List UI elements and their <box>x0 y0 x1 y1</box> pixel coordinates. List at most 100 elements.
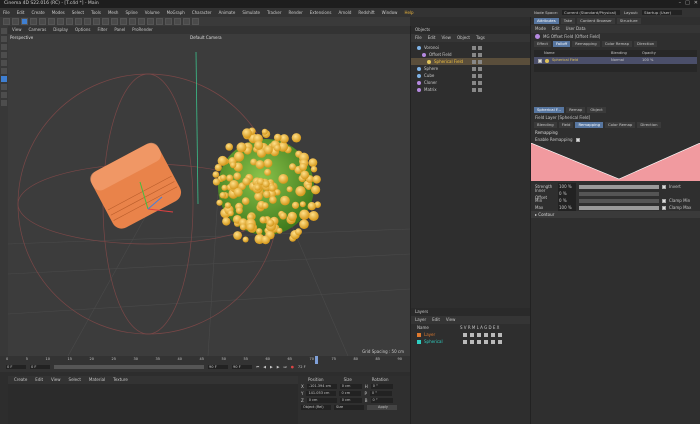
invert-checkbox[interactable] <box>662 184 666 189</box>
x-axis-icon[interactable] <box>57 18 64 25</box>
layer-color-swatch[interactable] <box>417 332 421 337</box>
strength-field[interactable]: 100 % <box>558 183 576 190</box>
object-row[interactable]: Cloner <box>411 79 530 86</box>
viewport-menu-view[interactable]: View <box>12 26 22 34</box>
viewport-menu-prorender[interactable]: ProRender <box>132 26 153 34</box>
z-axis-icon[interactable] <box>75 18 82 25</box>
position-field[interactable]: -101.394 cm <box>306 384 337 389</box>
layer-row[interactable]: Spherical <box>411 338 530 345</box>
editor-visibility-icon[interactable] <box>472 66 476 71</box>
material-manager[interactable] <box>8 384 298 424</box>
tab-attributes[interactable]: Attributes <box>534 18 559 24</box>
menu-mesh[interactable]: Mesh <box>108 8 119 17</box>
menu-extensions[interactable]: Extensions <box>310 8 332 17</box>
solo-icon[interactable] <box>1 100 7 106</box>
object-row[interactable]: Spherical Field <box>411 58 530 65</box>
close-icon[interactable]: ✕ <box>694 0 698 8</box>
layer-toggle-icon[interactable] <box>484 332 488 337</box>
material-menu-create[interactable]: Create <box>14 376 27 384</box>
editor-visibility-icon[interactable] <box>472 80 476 85</box>
next-frame-icon[interactable]: ▶ <box>277 365 280 369</box>
menu-render[interactable]: Render <box>288 8 302 17</box>
minimize-icon[interactable]: – <box>679 0 682 8</box>
coords-mode-select[interactable]: Object (Rel) <box>301 405 331 410</box>
material-menu-edit[interactable]: Edit <box>35 376 43 384</box>
timeline-playhead[interactable] <box>315 356 318 364</box>
snap-icon[interactable] <box>1 84 7 90</box>
objects-menu-view[interactable]: View <box>441 34 451 42</box>
menu-tools[interactable]: Tools <box>91 8 101 17</box>
viewport-menu-display[interactable]: Display <box>53 26 68 34</box>
layer-toggle-icon[interactable] <box>484 339 488 344</box>
coords-size-select[interactable]: Size <box>334 405 364 410</box>
layer-tab-spherical-f[interactable]: Spherical F... <box>534 107 565 113</box>
clamp-max-checkbox[interactable] <box>662 205 666 210</box>
object-mode-icon[interactable] <box>1 76 7 82</box>
objects-menu-object[interactable]: Object <box>457 34 470 42</box>
tab-structure[interactable]: Structure <box>616 18 641 24</box>
render-visibility-icon[interactable] <box>478 87 482 92</box>
field-row-blending[interactable]: Normal <box>611 57 639 64</box>
viewport-camera[interactable]: Default Camera <box>190 35 222 40</box>
layers-menu-layer[interactable]: Layer <box>415 316 426 324</box>
position-field[interactable]: 0 cm <box>306 398 337 403</box>
material-menu-texture[interactable]: Texture <box>113 376 128 384</box>
layer-sub-tab-field[interactable]: Field <box>558 122 574 128</box>
viewport-menu-options[interactable]: Options <box>75 26 90 34</box>
layer-sub-tab-color-remap[interactable]: Color Remap <box>604 122 636 128</box>
layer-toggle-icon[interactable] <box>477 332 481 337</box>
deformer-icon[interactable] <box>156 18 163 25</box>
objects-menu-tags[interactable]: Tags <box>476 34 485 42</box>
cloner-icon[interactable] <box>147 18 154 25</box>
redo-icon[interactable] <box>12 18 19 25</box>
make-editable-icon[interactable] <box>1 28 7 34</box>
object-row[interactable]: Matrix <box>411 86 530 93</box>
render-visibility-icon[interactable] <box>478 52 482 57</box>
object-row[interactable]: Sphere <box>411 65 530 72</box>
layers-menu-view[interactable]: View <box>446 316 456 324</box>
material-menu-material[interactable]: Material <box>89 376 105 384</box>
field-tab-falloff[interactable]: Falloff <box>552 41 571 47</box>
menu-help[interactable]: Help <box>404 8 413 17</box>
move-icon[interactable] <box>30 18 37 25</box>
objects-tab-label[interactable]: Objects <box>415 26 430 34</box>
object-visibility-toggles[interactable] <box>472 45 482 50</box>
object-visibility-toggles[interactable] <box>472 52 482 57</box>
polygons-mode-icon[interactable] <box>1 68 7 74</box>
object-row[interactable]: Offset Field <box>411 51 530 58</box>
viewport-menu-filter[interactable]: Filter <box>97 26 107 34</box>
field-tab-color-remap[interactable]: Color Remap <box>601 41 633 47</box>
go-start-icon[interactable]: ⏮ <box>256 365 259 369</box>
inner-offset-field[interactable]: 0 % <box>558 190 576 197</box>
menu-simulate[interactable]: Simulate <box>242 8 260 17</box>
strength-slider[interactable] <box>579 184 659 189</box>
tab-content-browser[interactable]: Content Browser <box>577 18 615 24</box>
layers-tab-label[interactable]: Layers <box>415 308 428 316</box>
size-field[interactable]: 0 cm <box>339 398 362 403</box>
size-field[interactable]: 0 cm <box>339 384 362 389</box>
objects-menu-edit[interactable]: Edit <box>428 34 436 42</box>
render-view-icon[interactable] <box>93 18 100 25</box>
object-visibility-toggles[interactable] <box>472 80 482 85</box>
menu-mograph[interactable]: MoGraph <box>167 8 185 17</box>
editor-visibility-icon[interactable] <box>472 52 476 57</box>
layer-toggle-icon[interactable] <box>491 339 495 344</box>
undo-icon[interactable] <box>3 18 10 25</box>
play-icon[interactable]: ▶ <box>270 365 273 369</box>
render-visibility-icon[interactable] <box>478 45 482 50</box>
layer-toggle-icon[interactable] <box>463 332 467 337</box>
layer-toggle-icon[interactable] <box>498 332 502 337</box>
layer-tab-remap[interactable]: Remap <box>566 107 586 113</box>
layer-toggle-icon[interactable] <box>477 339 481 344</box>
coord-system-icon[interactable] <box>84 18 91 25</box>
timeline[interactable]: 0 5 10 15 20 25 30 35 40 45 50 55 60 65 70 75 80 85 90 0 F… <box>0 356 410 372</box>
node-space-select[interactable]: Current (Standard/Physical) <box>561 10 620 15</box>
menu-animate[interactable]: Animate <box>219 8 236 17</box>
live-select-icon[interactable] <box>21 18 28 25</box>
layer-toggle-icon[interactable] <box>491 332 495 337</box>
render-visibility-icon[interactable] <box>478 59 482 64</box>
menu-spline[interactable]: Spline <box>125 8 137 17</box>
inner-offset-slider[interactable] <box>579 191 659 196</box>
min-field[interactable]: 0 % <box>558 197 576 204</box>
subdivision-icon[interactable] <box>138 18 145 25</box>
